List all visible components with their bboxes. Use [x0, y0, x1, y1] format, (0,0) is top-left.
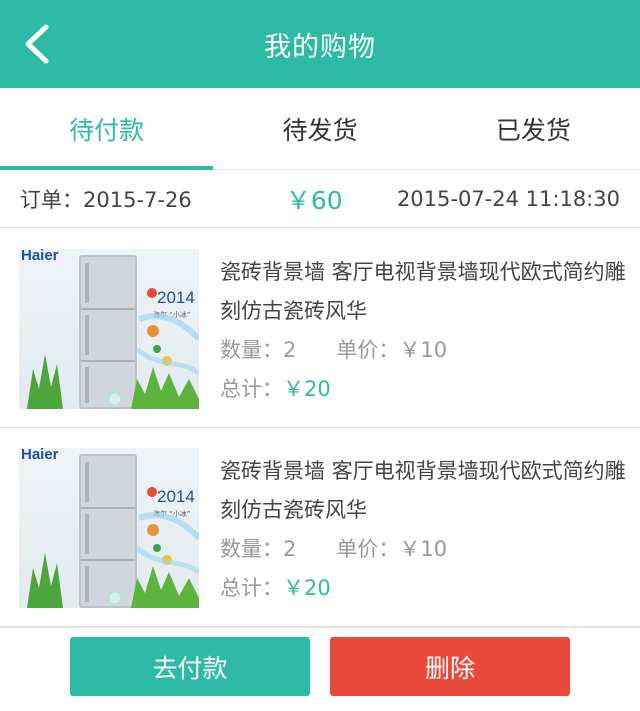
brand-logo: Haier: [21, 448, 59, 463]
quantity-value: 2: [283, 338, 297, 362]
product-name[interactable]: 瓷砖背景墙 客厅电视背景墙现代欧式简约雕刻仿古瓷砖风华: [220, 452, 630, 530]
delete-button[interactable]: 删除: [330, 637, 570, 696]
page-title: 我的购物: [264, 31, 376, 63]
app-header: 我的购物: [0, 0, 640, 88]
list-item[interactable]: Haier 2014 海尔 “小冰” 瓷砖背景墙 客厅电视背景墙现代欧式简约雕刻…: [0, 229, 640, 428]
unit-price-value: ￥10: [399, 338, 448, 362]
list-item[interactable]: Haier 2014 海尔 “小冰” 瓷砖背景墙 客厅电视背景墙现代欧式简约雕刻…: [0, 428, 640, 627]
back-button[interactable]: [14, 22, 58, 66]
order-status-tabs: 待付款 待发货 已发货: [0, 88, 640, 170]
unit-price-label: 单价：: [336, 338, 400, 362]
order-total: ￥60: [285, 185, 343, 215]
order-date: 订单：2015-7-26: [20, 187, 192, 212]
tab-pending-shipment[interactable]: 待发货: [213, 88, 426, 169]
tab-shipped[interactable]: 已发货: [427, 88, 640, 169]
fridge-illustration: Haier 2014 海尔 “小冰”: [21, 249, 199, 409]
product-name[interactable]: 瓷砖背景墙 客厅电视背景墙现代欧式简约雕刻仿古瓷砖风华: [220, 253, 630, 331]
item-total-row: 总计：￥20: [220, 370, 630, 409]
item-total-label: 总计：: [220, 377, 283, 401]
item-total-row: 总计：￥20: [220, 569, 630, 608]
unit-price-label: 单价：: [336, 537, 400, 561]
order-timestamp: 2015-07-24 11:18:30: [396, 186, 620, 211]
fridge-illustration: Haier 2014 海尔 “小冰”: [21, 448, 199, 608]
quantity-price-row: 数量：2 单价：￥10: [220, 530, 630, 569]
quantity-value: 2: [283, 537, 297, 561]
product-image[interactable]: Haier 2014 海尔 “小冰”: [19, 249, 199, 409]
brand-logo: Haier: [21, 249, 59, 264]
back-arrow-icon: [25, 24, 49, 64]
item-total-value: ￥20: [283, 377, 331, 401]
unit-price-value: ￥10: [399, 537, 448, 561]
order-summary-bar: 订单：2015-7-26 ￥60 2015-07-24 11:18:30: [0, 170, 640, 228]
item-total-value: ￥20: [283, 576, 331, 600]
promo-year: 2014: [157, 288, 195, 307]
item-total-label: 总计：: [220, 576, 283, 600]
action-bar: 去付款 删除: [0, 627, 640, 711]
quantity-price-row: 数量：2 单价：￥10: [220, 331, 630, 370]
quantity-label: 数量：: [220, 537, 283, 561]
tab-pending-payment[interactable]: 待付款: [0, 88, 214, 170]
product-info: 瓷砖背景墙 客厅电视背景墙现代欧式简约雕刻仿古瓷砖风华 数量：2 单价：￥10 总…: [220, 253, 630, 409]
product-image[interactable]: Haier 2014 海尔 “小冰”: [19, 448, 199, 608]
pay-button[interactable]: 去付款: [70, 637, 310, 696]
quantity-label: 数量：: [220, 338, 283, 362]
promo-year: 2014: [157, 487, 195, 506]
product-info: 瓷砖背景墙 客厅电视背景墙现代欧式简约雕刻仿古瓷砖风华 数量：2 单价：￥10 总…: [220, 452, 630, 608]
